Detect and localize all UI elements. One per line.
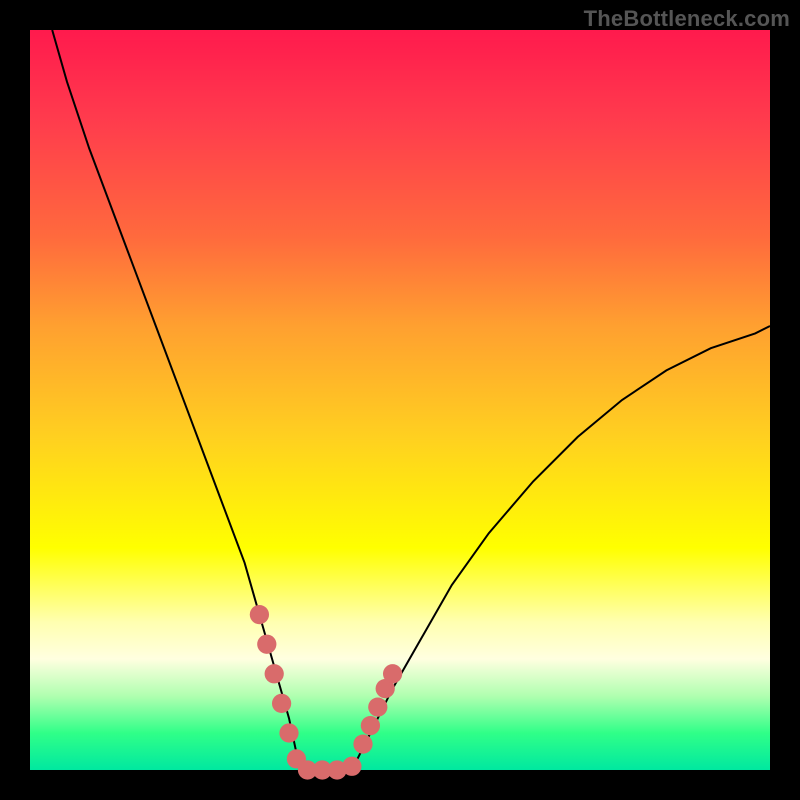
marker-dot bbox=[361, 716, 380, 735]
curve-left-arm bbox=[52, 30, 300, 770]
marker-dot bbox=[250, 605, 269, 624]
marker-dot bbox=[257, 635, 276, 654]
marker-dot bbox=[353, 734, 372, 753]
marker-dot bbox=[368, 697, 387, 716]
marker-dot bbox=[279, 723, 298, 742]
marker-dot bbox=[265, 664, 284, 683]
curve-markers bbox=[250, 605, 402, 780]
chart-svg bbox=[30, 30, 770, 770]
chart-plot-area bbox=[30, 30, 770, 770]
curve-right-arm bbox=[352, 326, 770, 770]
marker-dot bbox=[383, 664, 402, 683]
marker-dot bbox=[272, 694, 291, 713]
marker-dot bbox=[342, 757, 361, 776]
watermark-text: TheBottleneck.com bbox=[584, 6, 790, 32]
